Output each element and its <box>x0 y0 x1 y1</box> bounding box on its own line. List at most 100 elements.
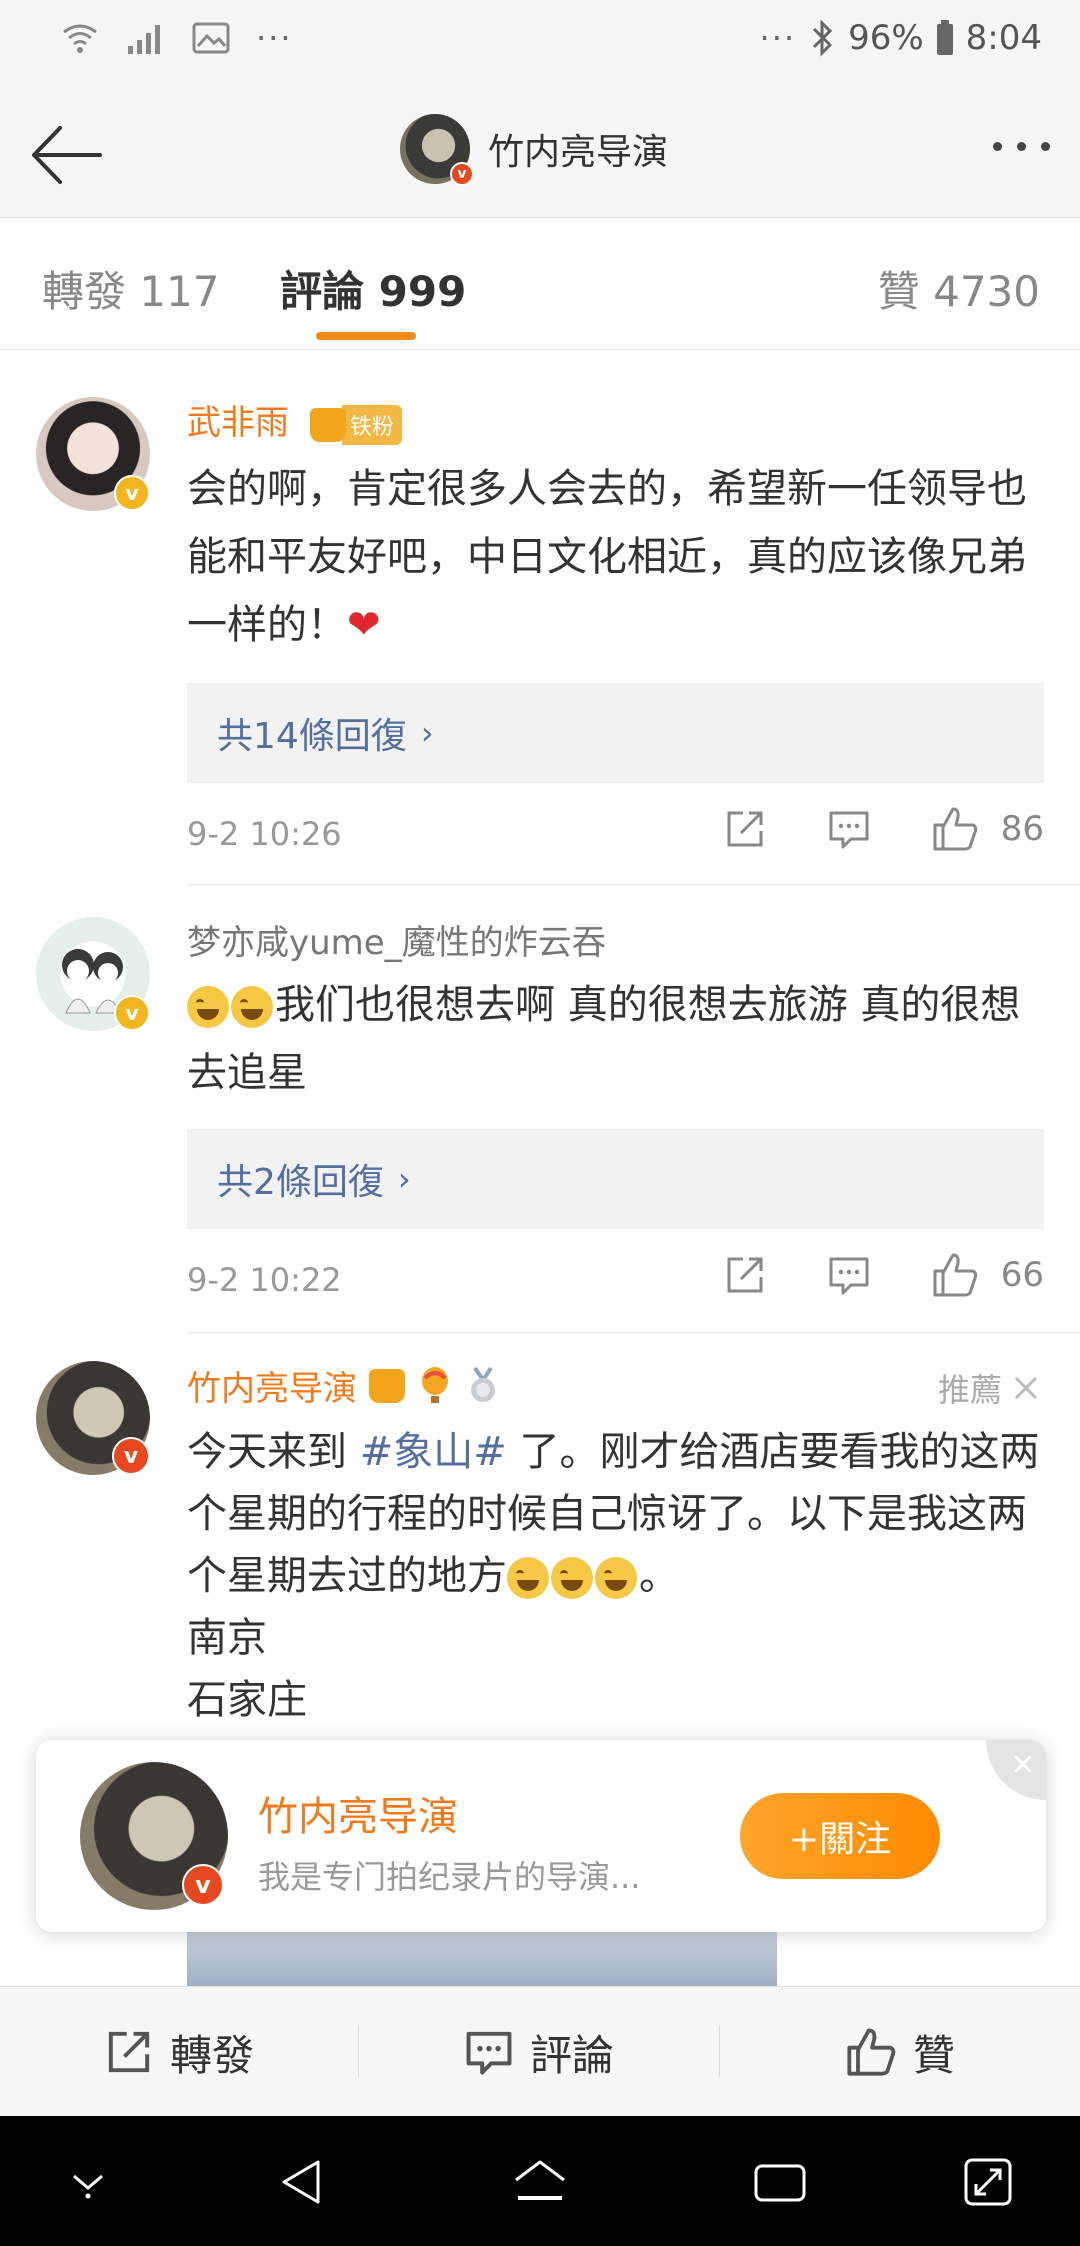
verified-icon: v <box>114 995 150 1031</box>
tab-likes[interactable]: 贊 4730 <box>878 258 1040 319</box>
comment-text: 会的啊，肯定很多人会去的，希望新一任领导也能和平友好吧，中日文化相近，真的应该像… <box>187 455 1047 659</box>
comment-item: v 武非雨 铁粉 会的啊，肯定很多人会去的，希望新一任领导也能和平友好吧，中日文… <box>0 351 1080 885</box>
home-icon[interactable] <box>510 2156 570 2208</box>
like-button[interactable]: 86 <box>931 805 1044 853</box>
tab-reposts[interactable]: 轉發 117 <box>42 258 220 319</box>
bluetooth-icon <box>813 19 833 57</box>
fan-badge: 铁粉 <box>309 404 402 445</box>
reply-expand-button[interactable]: 共2條回復 › <box>187 1129 1044 1229</box>
status-bar: ··· ··· 96% 8:04 <box>0 0 1080 92</box>
tab-comments[interactable]: 評論 999 <box>280 258 466 319</box>
status-left: ··· <box>60 18 293 58</box>
comment-text: 今天来到 #象山# 了。刚才给酒店要看我的这两个星期的行程的时候自己惊讶了。以下… <box>187 1421 1047 1731</box>
status-more: ··· <box>256 19 293 57</box>
comment-time: 9-2 10:22 <box>187 1261 342 1299</box>
close-icon[interactable]: ✕ <box>986 1740 1046 1800</box>
laugh-cry-emoji-icon <box>231 986 273 1028</box>
crown-icon <box>309 407 346 442</box>
laugh-cry-emoji-icon <box>507 1557 549 1599</box>
reply-count: 共14條回復 <box>217 716 407 757</box>
back-triangle-icon[interactable] <box>276 2156 326 2208</box>
expand-icon[interactable] <box>962 2156 1014 2208</box>
thumbs-up-icon <box>933 807 977 851</box>
share-icon <box>108 2031 150 2073</box>
heart-icon: ❤ <box>347 602 381 648</box>
recommend-tag: 推薦 <box>938 1365 1040 1411</box>
comment-username[interactable]: 竹内亮导演 <box>187 1361 501 1410</box>
laugh-cry-emoji-icon <box>187 986 229 1028</box>
reply-expand-button[interactable]: 共14條回復 › <box>187 683 1044 783</box>
more-dot <box>1041 142 1050 151</box>
comment-time: 9-2 10:26 <box>187 815 342 853</box>
comment-line: 南京 <box>187 1615 267 1661</box>
comment-item: v 梦亦咸yume_魔性的炸云吞 我们也很想去啊 真的很想去旅游 真的很想去追星… <box>0 885 1080 1333</box>
verified-icon: v <box>114 475 150 511</box>
repost-button[interactable]: 轉發 <box>0 1987 358 2117</box>
close-icon[interactable] <box>1012 1374 1040 1402</box>
more-icon[interactable] <box>993 142 1050 151</box>
comment-actions: 66 <box>723 1251 1044 1299</box>
avatar[interactable]: v <box>36 1361 150 1475</box>
avatar[interactable]: v <box>36 917 150 1031</box>
follow-card-name[interactable]: 竹内亮导演 <box>258 1784 458 1842</box>
comment-icon[interactable] <box>827 807 871 851</box>
clock: 8:04 <box>965 18 1042 58</box>
recent-apps-icon[interactable] <box>752 2156 808 2208</box>
comment-body: 会的啊，肯定很多人会去的，希望新一任领导也能和平友好吧，中日文化相近，真的应该像… <box>187 466 1027 648</box>
battery-icon <box>936 20 953 55</box>
tab-indicator <box>316 332 416 340</box>
thumbs-up-icon <box>933 1253 977 1297</box>
laugh-cry-emoji-icon <box>595 1557 637 1599</box>
comment-icon <box>466 2031 512 2075</box>
like-count: 86 <box>1000 809 1044 849</box>
system-navigation-bar <box>0 2116 1080 2246</box>
comment-icon[interactable] <box>827 1253 871 1297</box>
avatar[interactable]: v <box>80 1762 228 1910</box>
nav-profile[interactable]: v 竹内亮导演 <box>400 114 669 186</box>
like-label: 贊 <box>912 2030 955 2080</box>
thumbs-up-icon <box>847 2028 896 2076</box>
comment-label: 評論 <box>529 2030 614 2080</box>
wifi-icon <box>63 24 97 53</box>
comment-line: 石家庄 <box>187 1677 307 1723</box>
post-image[interactable] <box>187 1930 777 1986</box>
verified-icon: v <box>112 1437 150 1475</box>
like-button[interactable]: 贊 <box>720 1987 1080 2117</box>
chevron-right-icon: › <box>420 714 434 752</box>
crown-icon <box>369 1368 405 1403</box>
hashtag-link[interactable]: #象山# <box>360 1429 507 1475</box>
chevron-right-icon: › <box>397 1160 411 1198</box>
medal-icon <box>471 1366 495 1402</box>
avatar[interactable]: v <box>36 397 150 511</box>
verified-icon: v <box>182 1864 224 1906</box>
comment-username[interactable]: 梦亦咸yume_魔性的炸云吞 <box>187 915 606 964</box>
back-button[interactable] <box>26 120 106 190</box>
follow-card-description: 我是专门拍纪录片的导演... <box>258 1858 641 1896</box>
avatar[interactable]: v <box>400 114 474 186</box>
share-icon[interactable] <box>723 1253 767 1297</box>
comment-body: 今天来到 <box>187 1429 360 1475</box>
status-right: ··· 96% 8:04 <box>760 18 1042 58</box>
tab-bar: 轉發 117 評論 999 贊 4730 <box>0 218 1080 350</box>
comment-actions: 86 <box>723 805 1044 853</box>
fan-badge-label: 铁粉 <box>341 404 402 445</box>
nav-bar: v 竹内亮导演 <box>0 92 1080 218</box>
battery-percent: 96% <box>848 18 924 58</box>
verified-icon: v <box>450 162 474 186</box>
like-button[interactable]: 66 <box>931 1251 1044 1299</box>
comment-username[interactable]: 武非雨 铁粉 <box>187 395 402 445</box>
comment-button[interactable]: 評論 <box>359 1987 719 2117</box>
more-dot <box>993 142 1002 151</box>
page-title: 竹内亮导演 <box>488 132 669 173</box>
bottom-action-bar: 轉發 評論 贊 <box>0 1986 1080 2116</box>
repost-label: 轉發 <box>169 2030 254 2080</box>
username-text: 武非雨 <box>187 403 289 443</box>
image-icon <box>192 22 230 54</box>
like-count: 66 <box>1000 1255 1044 1295</box>
chevron-down-icon[interactable] <box>66 2162 110 2202</box>
status-more-right: ··· <box>759 19 797 57</box>
signal-icon <box>128 25 160 54</box>
laugh-cry-emoji-icon <box>551 1557 593 1599</box>
follow-button[interactable]: +關注 <box>740 1793 940 1879</box>
share-icon[interactable] <box>723 807 767 851</box>
